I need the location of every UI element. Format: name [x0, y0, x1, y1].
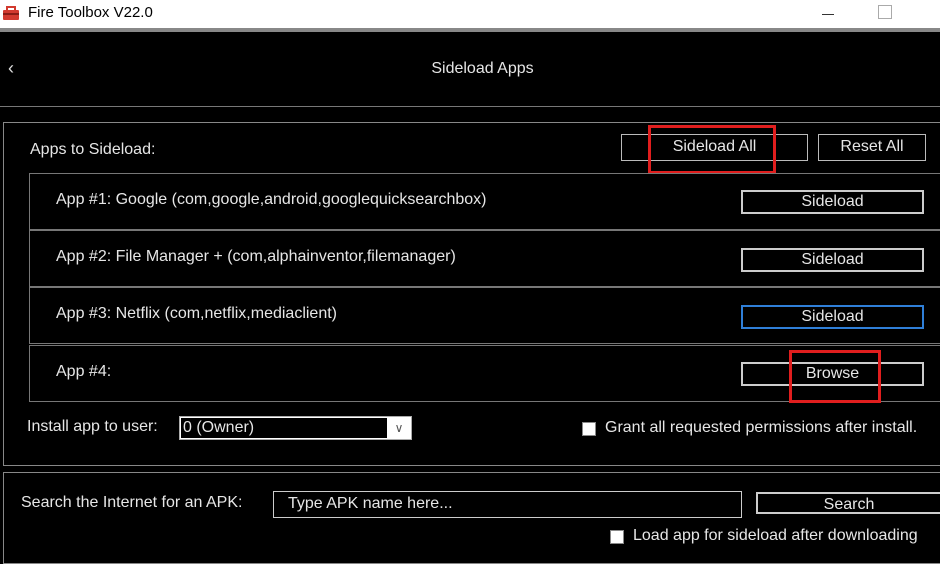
- load-after-download-label: Load app for sideload after downloading: [633, 527, 918, 544]
- search-button[interactable]: Search: [756, 492, 940, 514]
- chevron-down-icon[interactable]: ∨: [390, 419, 408, 437]
- apk-search-input[interactable]: Type APK name here...: [273, 491, 742, 518]
- window-border: [0, 28, 940, 32]
- app-row-label: App #4:: [56, 363, 112, 380]
- user-select-value: 0 (Owner): [181, 418, 387, 438]
- sideload-app-3-button[interactable]: Sideload: [741, 305, 924, 329]
- sideload-app-1-button[interactable]: Sideload: [741, 190, 924, 214]
- window-title: Fire Toolbox V22.0: [28, 4, 153, 21]
- install-user-label: Install app to user:: [27, 418, 158, 435]
- sideload-app-2-button[interactable]: Sideload: [741, 248, 924, 272]
- sideload-all-button[interactable]: Sideload All: [621, 134, 808, 161]
- search-apk-label: Search the Internet for an APK:: [21, 494, 243, 511]
- app-row-label: App #2: File Manager + (com,alphainvento…: [56, 248, 456, 265]
- grant-permissions-checkbox[interactable]: [582, 422, 596, 436]
- maximize-button[interactable]: [878, 5, 892, 19]
- window-titlebar: Fire Toolbox V22.0: [0, 0, 940, 28]
- app-row-label: App #3: Netflix (com,netflix,mediaclient…: [56, 305, 337, 322]
- reset-all-button[interactable]: Reset All: [818, 134, 926, 161]
- browse-app-4-button[interactable]: Browse: [741, 362, 924, 386]
- app-row-label: App #1: Google (com,google,android,googl…: [56, 191, 487, 208]
- header-divider: [0, 106, 940, 107]
- load-after-download-checkbox[interactable]: [610, 530, 624, 544]
- minimize-button[interactable]: [818, 4, 838, 24]
- page-title: Sideload Apps: [431, 60, 534, 77]
- search-panel: [3, 472, 940, 564]
- apps-to-sideload-label: Apps to Sideload:: [30, 141, 156, 158]
- grant-permissions-label: Grant all requested permissions after in…: [605, 419, 918, 436]
- toolbox-icon: [3, 6, 19, 20]
- user-select[interactable]: 0 (Owner) ∨: [179, 416, 412, 440]
